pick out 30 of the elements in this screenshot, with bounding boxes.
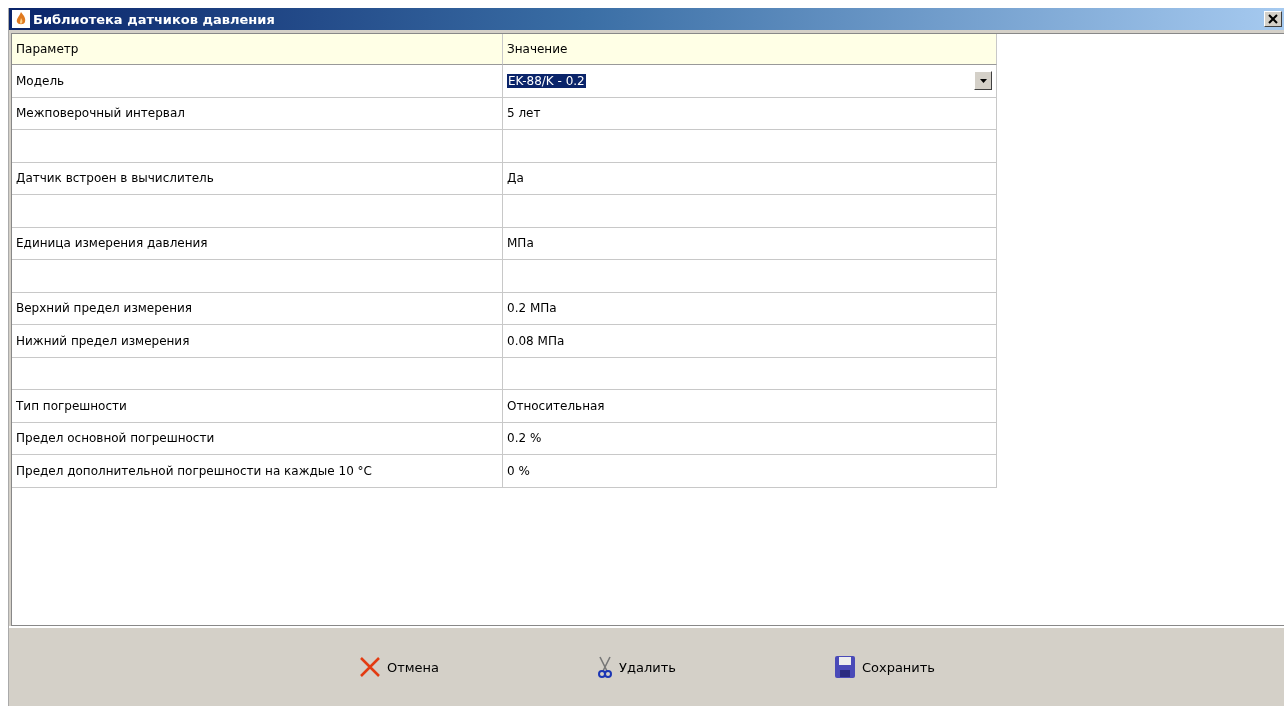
table-cell: Датчик встроен в вычислитель	[12, 162, 503, 195]
table-cell: Модель	[12, 65, 503, 98]
table-cell: 0.2 МПа	[503, 292, 997, 325]
caret-icon	[979, 78, 987, 83]
column-header: Значение	[503, 34, 997, 65]
window-title: Библиотека датчиков давления	[33, 11, 276, 27]
scissors-icon	[597, 655, 614, 679]
table-cell: Да	[503, 162, 997, 195]
table-cell: 0 %	[503, 455, 997, 488]
table-cell: Предел дополнительной погрешности на каждые 10 °C	[12, 455, 503, 488]
close-button[interactable]	[1264, 11, 1282, 27]
table-cell: Относительная	[503, 390, 997, 423]
table-cell: 0.08 МПа	[503, 325, 997, 358]
cross-icon	[358, 656, 381, 678]
table-cell: Единица измерения давления	[12, 227, 503, 260]
cancel-button[interactable]: Отмена	[354, 654, 444, 680]
delete-button[interactable]: Удалить	[593, 653, 680, 681]
column-header: Параметр	[12, 34, 503, 65]
table-cell: Нижний предел измерения	[12, 325, 503, 358]
table-cell: МПа	[503, 227, 997, 260]
table-cell: Тип погрешности	[12, 390, 503, 423]
table-cell: Верхний предел измерения	[12, 292, 503, 325]
flame-icon	[12, 10, 30, 28]
table-cell: 0.2 %	[503, 422, 997, 455]
dropdown-field[interactable]: EK-88/K - 0.2	[507, 73, 586, 88]
table-cell: Предел основной погрешности	[12, 422, 503, 455]
table-cell: Межповерочный интервал	[12, 97, 503, 130]
table-cell: 5 лет	[503, 97, 997, 130]
save-button[interactable]: Сохранить	[829, 653, 940, 681]
dropdown-button[interactable]	[974, 71, 992, 91]
